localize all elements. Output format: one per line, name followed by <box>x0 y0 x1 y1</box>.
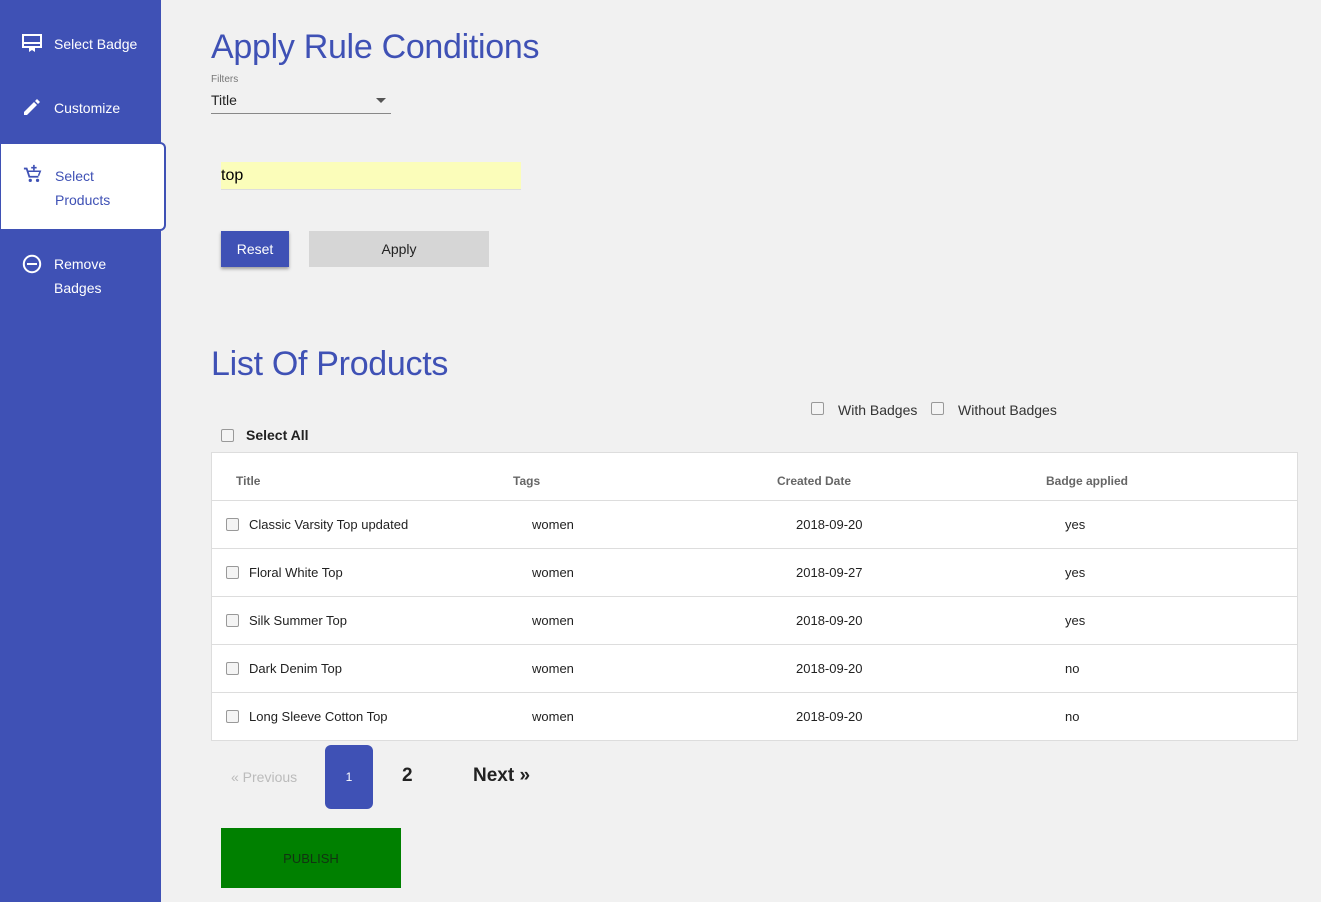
cell-date: 2018-09-20 <box>796 709 863 724</box>
cart-plus-icon <box>23 164 42 182</box>
without-badges-label: Without Badges <box>958 402 1057 418</box>
products-title: List Of Products <box>211 345 449 383</box>
pagination-page-1[interactable]: 1 <box>325 745 373 809</box>
sidebar: Select Badge Customize Select Products R… <box>0 0 166 902</box>
column-header-badge-applied: Badge applied <box>1046 474 1129 488</box>
table-row[interactable]: Long Sleeve Cotton Top women 2018-09-20 … <box>212 693 1297 741</box>
minus-circle-icon <box>22 254 42 274</box>
column-header-tags: Tags <box>513 474 541 488</box>
apply-button[interactable]: Apply <box>309 231 489 267</box>
sidebar-item-remove-badges[interactable]: Remove Badges <box>0 250 161 302</box>
table-row[interactable]: Dark Denim Top women 2018-09-20 no <box>212 645 1297 693</box>
cell-tags: women <box>532 517 574 532</box>
products-table: Title Tags Created Date Badge applied Cl… <box>211 452 1298 741</box>
select-all-checkbox[interactable] <box>221 429 234 442</box>
filter-select-value: Title <box>211 92 237 108</box>
cell-badge: no <box>1065 709 1080 724</box>
cell-tags: women <box>532 613 574 628</box>
row-checkbox[interactable] <box>226 662 239 675</box>
pagination-next[interactable]: Next » <box>473 765 530 787</box>
main-content: Apply Rule Conditions Filters Title Rese… <box>161 0 1321 902</box>
table-row[interactable]: Classic Varsity Top updated women 2018-0… <box>212 501 1297 549</box>
sidebar-item-label: Select Badge <box>54 36 138 52</box>
column-header-title: Title <box>236 474 261 488</box>
with-badges-checkbox[interactable] <box>811 402 824 415</box>
publish-button[interactable]: PUBLISH <box>221 828 401 888</box>
pencil-icon <box>24 99 40 115</box>
row-checkbox[interactable] <box>226 614 239 627</box>
with-badges-label: With Badges <box>838 402 918 418</box>
chevron-down-icon <box>376 98 386 103</box>
cell-badge: yes <box>1065 517 1086 532</box>
cell-title: Long Sleeve Cotton Top <box>249 709 388 724</box>
filters-label: Filters <box>211 74 239 85</box>
cell-tags: women <box>532 709 574 724</box>
cell-date: 2018-09-27 <box>796 565 863 580</box>
sidebar-item-select-badge[interactable]: Select Badge <box>0 30 161 58</box>
row-checkbox[interactable] <box>226 566 239 579</box>
column-header-created-date: Created Date <box>777 474 852 488</box>
badge-card-icon <box>22 34 42 52</box>
cell-badge: no <box>1065 661 1080 676</box>
row-checkbox[interactable] <box>226 710 239 723</box>
rules-title: Apply Rule Conditions <box>211 28 540 66</box>
cell-title: Classic Varsity Top updated <box>249 517 409 532</box>
sidebar-item-label-line2: Products <box>55 192 111 208</box>
search-input[interactable] <box>221 162 521 190</box>
table-header: Title Tags Created Date Badge applied <box>212 453 1297 501</box>
select-all-label: Select All <box>246 427 309 443</box>
table-row[interactable]: Floral White Top women 2018-09-27 yes <box>212 549 1297 597</box>
cell-date: 2018-09-20 <box>796 661 863 676</box>
sidebar-item-customize[interactable]: Customize <box>0 94 161 122</box>
pagination-page-2[interactable]: 2 <box>402 765 413 787</box>
table-row[interactable]: Silk Summer Top women 2018-09-20 yes <box>212 597 1297 645</box>
cell-title: Floral White Top <box>249 565 343 580</box>
cell-badge: yes <box>1065 565 1086 580</box>
sidebar-item-label: Remove <box>54 256 107 272</box>
cell-tags: women <box>532 565 574 580</box>
row-checkbox[interactable] <box>226 518 239 531</box>
sidebar-item-label: Customize <box>54 100 121 116</box>
filter-select[interactable]: Title <box>211 88 391 114</box>
sidebar-item-label: Select <box>55 168 94 184</box>
cell-tags: women <box>532 661 574 676</box>
without-badges-checkbox[interactable] <box>931 402 944 415</box>
sidebar-item-label-line2: Badges <box>54 280 102 296</box>
cell-title: Silk Summer Top <box>249 613 348 628</box>
pagination-previous[interactable]: « Previous <box>231 769 297 785</box>
cell-date: 2018-09-20 <box>796 517 863 532</box>
cell-badge: yes <box>1065 613 1086 628</box>
cell-date: 2018-09-20 <box>796 613 863 628</box>
cell-title: Dark Denim Top <box>249 661 342 676</box>
reset-button[interactable]: Reset <box>221 231 289 267</box>
sidebar-item-select-products[interactable]: Select Products <box>1 142 166 231</box>
